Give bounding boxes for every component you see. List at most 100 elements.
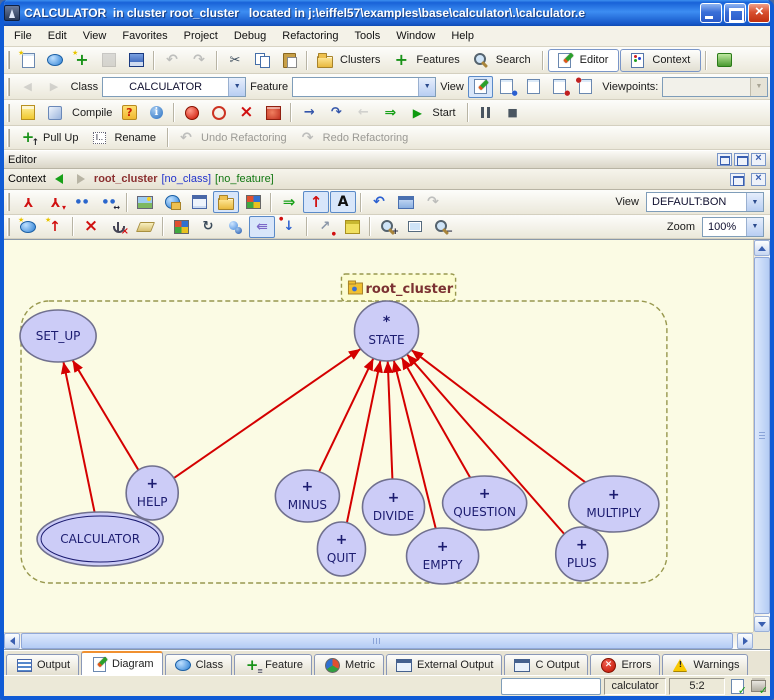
save-all-button[interactable] [123, 49, 149, 71]
project-info-button[interactable] [143, 102, 169, 124]
dropdown-arrow-icon[interactable] [418, 78, 435, 96]
cluster-tag[interactable]: root_cluster [341, 274, 455, 301]
add-clients-button[interactable] [69, 191, 95, 213]
paste-button[interactable] [276, 49, 302, 71]
pause-button[interactable] [473, 102, 499, 124]
run-to-cursor-button[interactable] [377, 102, 403, 124]
zoom-in-button[interactable]: + [375, 216, 401, 238]
pull-up-button[interactable]: ↑Pull Up [15, 127, 85, 149]
fit-to-window-button[interactable] [402, 216, 428, 238]
search-button[interactable]: Search [468, 49, 538, 71]
label-mode-button[interactable] [330, 191, 356, 213]
layout-settings-button[interactable] [339, 216, 365, 238]
syntax-check-icon[interactable] [728, 678, 746, 694]
close-pane-button[interactable] [751, 153, 766, 166]
undock-pane-button[interactable] [717, 153, 732, 166]
stop-button[interactable] [500, 102, 526, 124]
dropdown-arrow-icon[interactable] [746, 193, 763, 211]
remove-anchor-button[interactable]: × [105, 216, 131, 238]
client-link-mode-button[interactable] [276, 191, 302, 213]
maximize-button[interactable] [724, 3, 746, 23]
freeze-button[interactable] [42, 102, 68, 124]
editor-tool-button[interactable]: Editor [548, 49, 620, 72]
status-search-input[interactable] [501, 678, 601, 695]
class-node-calculator[interactable]: CALCULATOR [37, 512, 163, 566]
view-interface-button[interactable]: ● [573, 76, 598, 98]
inheritance-link-mode-button[interactable] [303, 191, 329, 213]
tab-metric[interactable]: Metric [314, 654, 384, 675]
enable-breakpoints-button[interactable] [179, 102, 205, 124]
view-editor-button[interactable] [468, 76, 493, 98]
toolbar-gripper[interactable] [7, 51, 10, 69]
class-node-question[interactable]: +QUESTION [443, 476, 527, 530]
tab-warnings[interactable]: Warnings [662, 654, 748, 675]
context-cluster[interactable]: root_cluster [94, 173, 158, 185]
feature-combo[interactable] [292, 77, 436, 97]
class-node-empty[interactable]: +EMPTY [407, 528, 479, 584]
add-ancestors-button[interactable] [15, 191, 41, 213]
class-node-divide[interactable]: +DIVIDE [362, 479, 424, 535]
tab-c-output[interactable]: C Output [504, 654, 588, 675]
tab-errors[interactable]: ×Errors [590, 654, 660, 675]
toolbar-gripper[interactable] [7, 193, 10, 211]
title-bar[interactable]: CALCULATOR in cluster root_cluster locat… [0, 0, 774, 26]
class-node-quit[interactable]: +QUIT [317, 522, 365, 576]
view-contract-button[interactable]: ● [547, 76, 572, 98]
class-view-button[interactable] [240, 191, 266, 213]
context-feature[interactable]: [no_feature] [215, 173, 274, 185]
cut-button[interactable] [222, 49, 248, 71]
menu-tools[interactable]: Tools [347, 28, 389, 44]
class-node-set_up[interactable]: SET_UP [20, 310, 96, 362]
new-inheritance-link-button[interactable]: ★ [42, 216, 68, 238]
add-descendants-button[interactable]: ▾ [42, 191, 68, 213]
move-anchor-button[interactable]: ● [312, 216, 338, 238]
diagram-undo-button[interactable] [366, 191, 392, 213]
open-external-editor-button[interactable] [711, 49, 737, 71]
delete-item-button[interactable] [78, 216, 104, 238]
tab-feature[interactable]: ≡Feature [234, 654, 312, 675]
scroll-down-button[interactable] [754, 616, 770, 632]
new-window-button[interactable]: ★ [15, 49, 41, 71]
save-diagram-button[interactable] [159, 191, 185, 213]
class-node-plus[interactable]: +PLUS [556, 527, 608, 581]
menu-favorites[interactable]: Favorites [114, 28, 175, 44]
class-diagram[interactable]: root_clusterSET_UP*STATE+HELPCALCULATOR+… [4, 240, 751, 631]
context-tool-button[interactable]: Context [620, 49, 701, 72]
cluster-view-button[interactable] [213, 191, 239, 213]
menu-debug[interactable]: Debug [226, 28, 274, 44]
dropdown-arrow-icon[interactable] [228, 78, 245, 96]
menu-file[interactable]: File [6, 28, 40, 44]
diagram-zoom-combo[interactable]: 100% [702, 217, 764, 237]
tab-diagram[interactable]: Diagram [81, 651, 163, 675]
force-directed-layout-button[interactable] [249, 216, 275, 238]
scroll-up-button[interactable] [754, 240, 770, 256]
new-class-node-button[interactable]: ★ [15, 216, 41, 238]
zoom-out-button[interactable]: − [429, 216, 455, 238]
new-feature-button[interactable]: ★ [69, 49, 95, 71]
view-flat-button[interactable]: ● [494, 76, 519, 98]
step-into-button[interactable] [296, 102, 322, 124]
class-combo[interactable]: CALCULATOR [102, 77, 246, 97]
erase-item-button[interactable] [132, 216, 158, 238]
menu-project[interactable]: Project [176, 28, 226, 44]
compile-question-button[interactable] [116, 102, 142, 124]
tab-output[interactable]: Output [6, 654, 79, 675]
vertical-scroll-thumb[interactable] [754, 257, 770, 614]
scroll-right-button[interactable] [737, 633, 753, 649]
maximize-pane-button[interactable] [734, 153, 749, 166]
toolbar-gripper[interactable] [7, 218, 10, 236]
maximize-context-button[interactable] [730, 173, 745, 186]
minimize-button[interactable] [700, 3, 722, 23]
menu-edit[interactable]: Edit [40, 28, 75, 44]
toolbar-gripper[interactable] [7, 78, 10, 96]
remove-breakpoints-button[interactable] [233, 102, 259, 124]
new-class-button[interactable] [42, 49, 68, 71]
class-node-multiply[interactable]: +MULTIPLY [569, 476, 659, 532]
straighten-links-button[interactable]: ● [276, 216, 302, 238]
add-suppliers-button[interactable]: ↔ [96, 191, 122, 213]
debug-tool-button[interactable] [260, 102, 286, 124]
rename-button[interactable]: Rename [86, 127, 163, 149]
class-node-help[interactable]: +HELP [126, 466, 178, 520]
start-button[interactable]: Start [404, 102, 462, 124]
vertical-scrollbar[interactable] [753, 240, 770, 632]
